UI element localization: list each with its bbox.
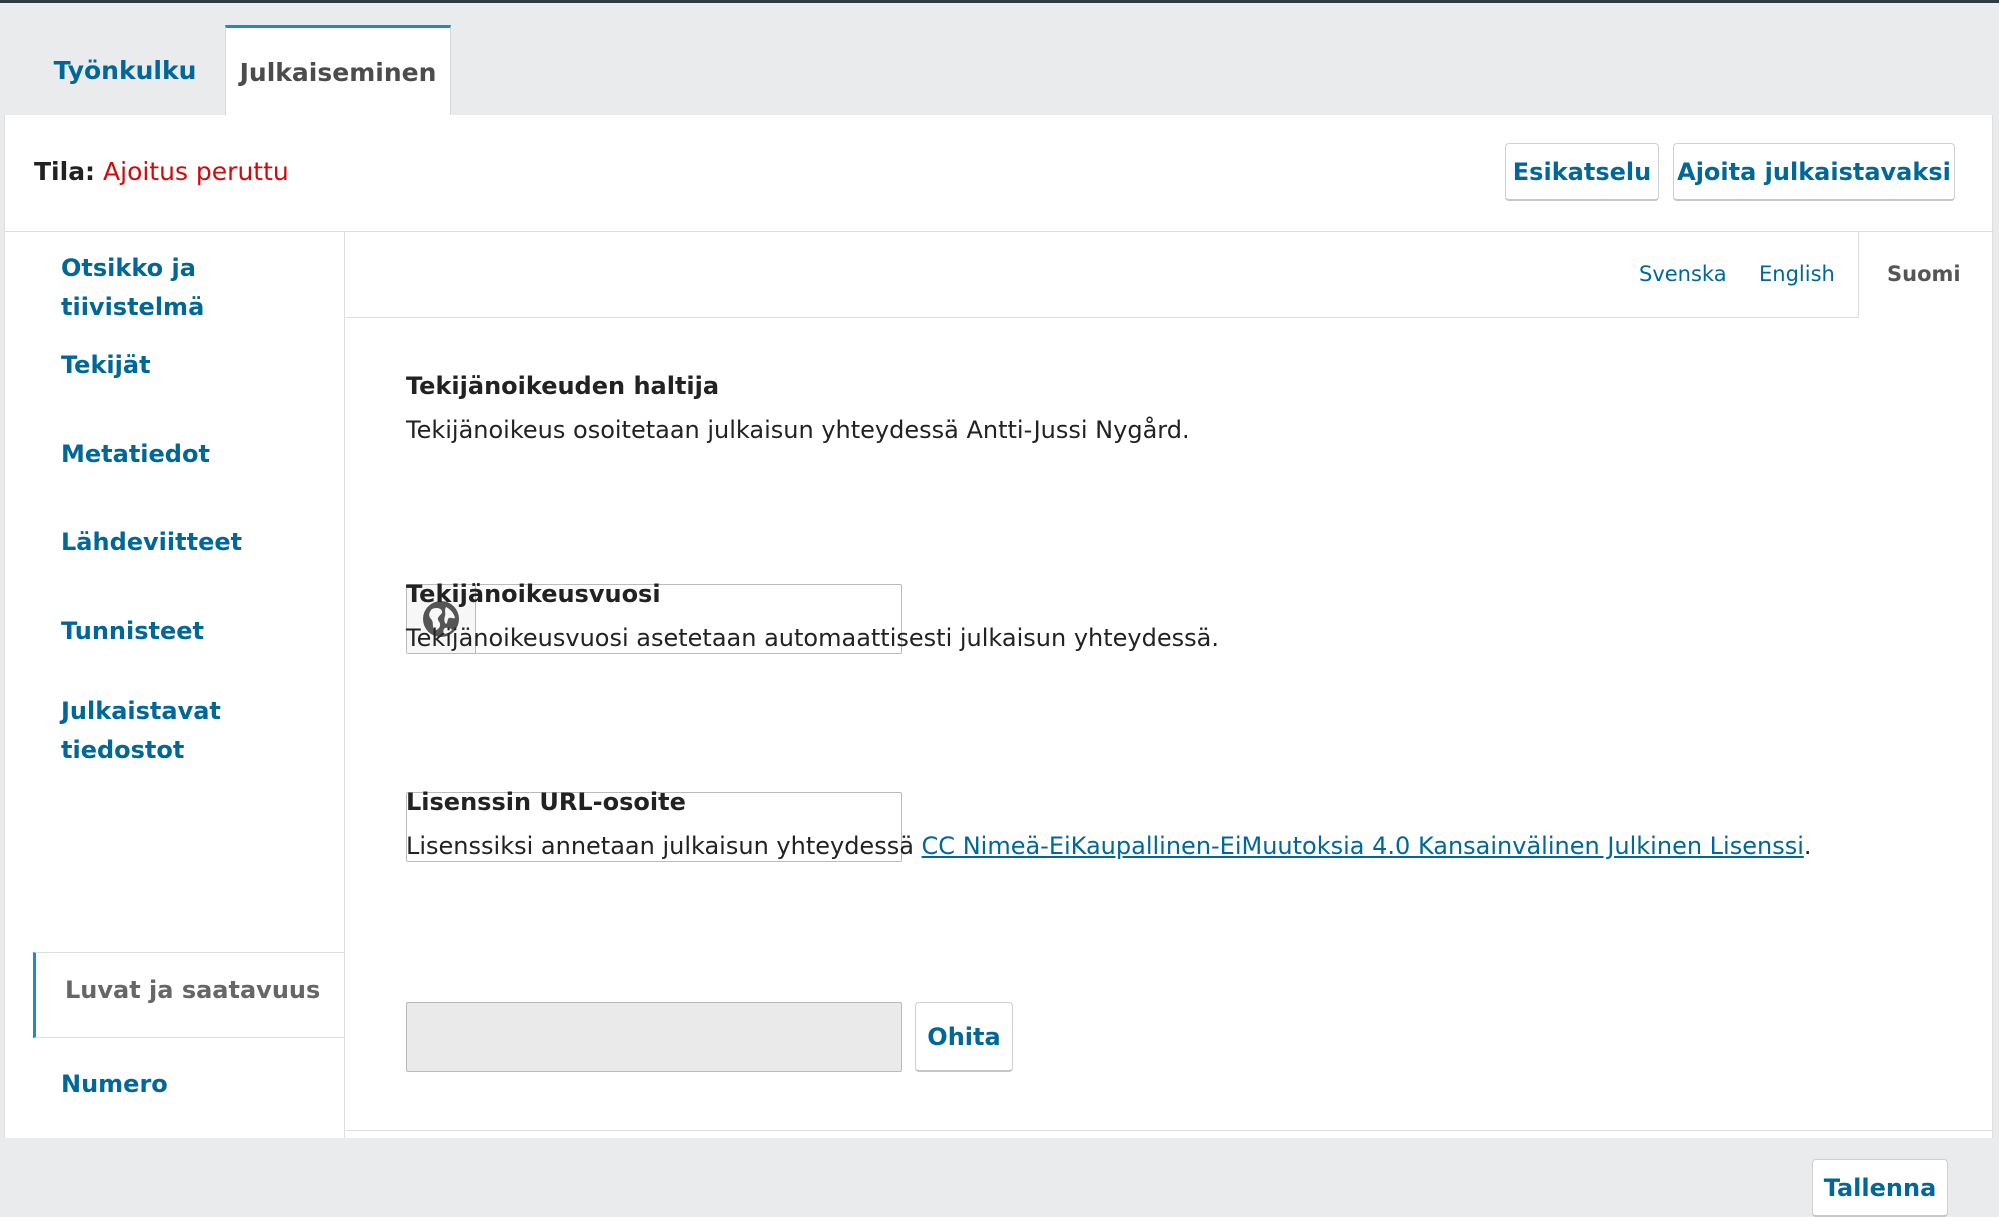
locale-switcher: Svenska English Suomi [346,232,1992,318]
license-url-description: Lisenssiksi annetaan julkaisun yhteydess… [406,832,1812,860]
sidebar-item-label: Luvat ja saatavuus [65,976,321,1004]
copyright-year-label: Tekijänoikeusvuosi [406,580,661,608]
sidebar-item-issue[interactable]: Numero [61,1065,331,1104]
sidebar-item-title-abstract[interactable]: Otsikko ja tiivistelmä [61,249,331,327]
locale-english[interactable]: English [1759,262,1835,286]
license-url-field[interactable] [406,1002,902,1072]
sidebar-item-identifiers[interactable]: Tunnisteet [61,612,331,651]
copyright-holder-label: Tekijänoikeuden haltija [406,372,720,400]
status-value: Ajoitus peruttu [103,157,289,186]
publication-sidebar: Otsikko ja tiivistelmä Tekijät Metatiedo… [5,232,345,1138]
tab-bar: Työnkulku Julkaiseminen [0,0,1999,117]
save-button[interactable]: Tallenna [1812,1159,1948,1217]
sidebar-item-contributors[interactable]: Tekijät [61,346,331,385]
copyright-year-description: Tekijänoikeusvuosi asetetaan automaattis… [406,624,1219,652]
publication-header: Tila: Ajoitus peruttu Esikatselu Ajoita … [5,115,1994,232]
form-footer-divider [346,1130,1992,1131]
sidebar-item-metadata[interactable]: Metatiedot [61,435,331,474]
license-url-label: Lisenssin URL-osoite [406,788,686,816]
preview-button[interactable]: Esikatselu [1505,143,1659,201]
tab-workflow[interactable]: Työnkulku [32,25,218,116]
copyright-holder-description: Tekijänoikeus osoitetaan julkaisun yhtey… [406,416,1190,444]
schedule-publication-button[interactable]: Ajoita julkaistavaksi [1673,143,1955,201]
permissions-form: Svenska English Suomi Tekijänoikeuden ha… [346,232,1992,1217]
sidebar-item-permissions[interactable]: Luvat ja saatavuus [33,952,345,1038]
sidebar-item-galleys[interactable]: Julkaistavat tiedostot [61,692,331,770]
locale-svenska[interactable]: Svenska [1639,262,1727,286]
sidebar-item-references[interactable]: Lähdeviitteet [61,523,331,562]
status-label: Tila: [34,157,96,186]
license-description-prefix: Lisenssiksi annetaan julkaisun yhteydess… [406,832,922,860]
override-button[interactable]: Ohita [915,1002,1013,1072]
license-link[interactable]: CC Nimeä-EiKaupallinen-EiMuutoksia 4.0 K… [922,832,1804,860]
locale-suomi-tab[interactable]: Suomi [1858,232,1992,318]
tab-publication[interactable]: Julkaiseminen [225,25,451,117]
license-description-suffix: . [1803,832,1812,860]
locale-suomi: Suomi [1887,262,1961,286]
publication-panel: Tila: Ajoitus peruttu Esikatselu Ajoita … [4,115,1994,1217]
publication-status: Tila: Ajoitus peruttu [34,157,289,186]
